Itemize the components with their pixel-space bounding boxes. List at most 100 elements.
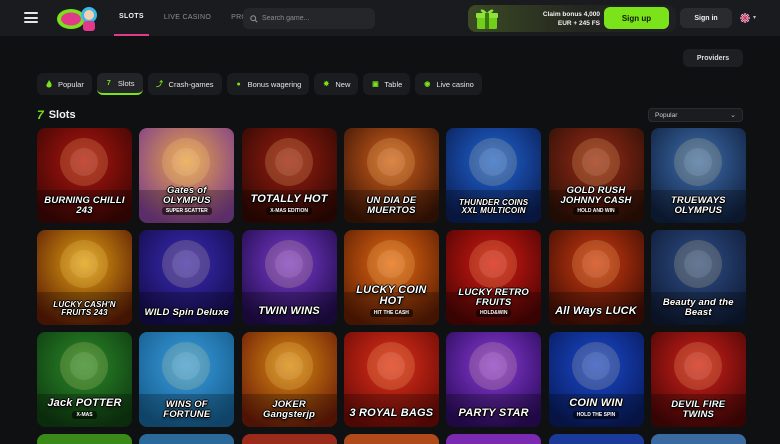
game-tile-partial[interactable] xyxy=(548,434,644,444)
language-chevron-down-icon[interactable]: ▾ xyxy=(753,14,756,21)
game-subtitle: HOLD&WIN xyxy=(475,309,512,317)
game-tile[interactable]: LUCKY CASH'N FRUITS 243 xyxy=(37,230,132,325)
game-title: 3 ROYAL BAGS xyxy=(349,407,434,419)
game-tile[interactable]: DEVIL FIRE TWINS xyxy=(650,332,746,427)
game-label: Beauty and the Beast xyxy=(651,298,746,317)
game-label: WILD Spin Deluxe xyxy=(141,307,233,318)
coin-icon: ● xyxy=(236,80,241,88)
game-subtitle: SUPER SCATTER xyxy=(161,207,212,215)
game-tile[interactable]: TWIN WINS xyxy=(241,230,337,325)
game-title: Beauty and the Beast xyxy=(662,297,734,318)
signup-button[interactable]: Sign up xyxy=(604,7,669,29)
game-label: PARTY STAR xyxy=(455,408,533,419)
game-label: UN DIA DE MUERTOS xyxy=(344,196,439,215)
tab-label: Live casino xyxy=(436,79,474,89)
game-label: DEVIL FIRE TWINS xyxy=(651,400,746,419)
menu-icon[interactable] xyxy=(24,12,38,23)
game-tile[interactable]: TOTALLY HOT X-MAS EDITION xyxy=(241,128,337,223)
search-box[interactable] xyxy=(243,8,375,29)
cards-icon: ▣ xyxy=(372,81,379,88)
game-tile[interactable]: Gates of OLYMPUS SUPER SCATTER xyxy=(139,128,235,223)
tab-new[interactable]: ✸ New xyxy=(314,73,359,95)
category-tabs: Popular 7 Slots ⤴ Crash-games ● Bonus wagering… xyxy=(37,73,482,95)
game-title: Jack POTTER xyxy=(47,397,122,409)
game-tile[interactable]: Jack POTTER X-MAS xyxy=(37,332,132,427)
tab-label: Slots xyxy=(117,78,135,88)
game-title: LUCKY COIN HOT xyxy=(356,284,427,307)
game-tile[interactable]: WILD Spin Deluxe xyxy=(139,230,235,325)
game-subtitle: X-MAS xyxy=(72,411,97,419)
game-subtitle: HIT THE CASH xyxy=(369,309,413,317)
game-tile[interactable]: LUCKY RETRO FRUITS HOLD&WIN xyxy=(446,230,542,325)
game-label: All Ways LUCK xyxy=(551,306,641,317)
star-icon: ✸ xyxy=(323,81,330,88)
nav-item-live-casino[interactable]: LIVE CASINO xyxy=(159,0,216,36)
game-tile[interactable]: UN DIA DE MUERTOS xyxy=(343,128,439,223)
game-title: WINS OF FORTUNE xyxy=(163,399,211,420)
seven-icon: 7 xyxy=(106,79,111,87)
game-label: TRUEWAYS OLYMPUS xyxy=(651,196,746,215)
game-title: PARTY STAR xyxy=(458,407,529,419)
game-tile[interactable]: PARTY STAR xyxy=(446,332,542,427)
game-tile[interactable]: THUNDER COINS XXL MULTICOIN xyxy=(446,128,542,223)
sort-value: Popular xyxy=(655,111,678,119)
game-title: UN DIA DE MUERTOS xyxy=(366,195,417,216)
chevron-down-icon: ⌄ xyxy=(730,112,736,119)
game-label: Jack POTTER X-MAS xyxy=(43,398,125,419)
tab-live-casino[interactable]: ◉ Live casino xyxy=(415,73,482,95)
providers-button[interactable]: Providers xyxy=(683,49,743,67)
game-tile[interactable]: LUCKY COIN HOT HIT THE CASH xyxy=(343,230,439,325)
game-tile-partial[interactable] xyxy=(37,434,132,444)
section-title: 7 Slots xyxy=(37,108,76,122)
game-tile[interactable]: COIN WIN HOLD THE SPIN xyxy=(548,332,644,427)
game-tile[interactable]: 3 ROYAL BAGS xyxy=(343,332,439,427)
game-label: Gates of OLYMPUS SUPER SCATTER xyxy=(139,186,234,215)
game-tile-partial[interactable] xyxy=(446,434,542,444)
tab-label: Crash-games xyxy=(168,79,214,89)
game-label: LUCKY CASH'N FRUITS 243 xyxy=(37,301,132,317)
game-label: LUCKY COIN HOT HIT THE CASH xyxy=(344,285,439,317)
sort-select[interactable]: Popular ⌄ xyxy=(648,108,743,122)
rocket-icon: ⤴ xyxy=(156,81,164,88)
tab-label: Table xyxy=(384,79,403,89)
live-icon: ◉ xyxy=(424,81,431,88)
game-title: TRUEWAYS OLYMPUS xyxy=(670,195,726,216)
game-tile-partial[interactable] xyxy=(139,434,235,444)
game-label: GOLD RUSH JOHNNY CASH HOLD AND WIN xyxy=(549,186,644,215)
uk-flag-icon[interactable] xyxy=(740,13,750,23)
game-tile-partial[interactable] xyxy=(241,434,337,444)
game-tile[interactable]: WINS OF FORTUNE xyxy=(139,332,235,427)
top-bar: SLOTSLIVE CASINOPROMO Claim bonus 4,000 … xyxy=(0,0,780,36)
nav-item-slots[interactable]: SLOTS xyxy=(114,0,149,36)
tab-table[interactable]: ▣ Table xyxy=(363,73,411,95)
game-title: DEVIL FIRE TWINS xyxy=(671,399,726,420)
signin-button[interactable]: Sign in xyxy=(680,8,732,28)
game-tile[interactable]: Beauty and the Beast xyxy=(650,230,746,325)
game-tile-partial[interactable] xyxy=(343,434,439,444)
tab-slots[interactable]: 7 Slots xyxy=(96,73,143,95)
bonus-line-2: EUR + 245 FS xyxy=(557,20,600,27)
tab-label: Bonus wagering xyxy=(247,79,302,89)
game-subtitle: X-MAS EDITION xyxy=(266,207,312,215)
game-title: LUCKY CASH'N FRUITS 243 xyxy=(53,300,116,317)
game-title: TOTALLY HOT xyxy=(250,193,328,205)
game-tile[interactable]: TRUEWAYS OLYMPUS xyxy=(650,128,746,223)
search-input[interactable] xyxy=(262,15,372,22)
game-label: COIN WIN HOLD THE SPIN xyxy=(565,398,627,419)
game-title: Gates of OLYMPUS xyxy=(162,185,211,206)
tab-popular[interactable]: Popular xyxy=(37,73,92,95)
tab-label: New xyxy=(335,79,351,89)
tab-crash-games[interactable]: ⤴ Crash-games xyxy=(147,73,222,95)
game-tile-partial[interactable] xyxy=(650,434,746,444)
seven-icon: 7 xyxy=(37,108,44,122)
game-tile[interactable]: GOLD RUSH JOHNNY CASH HOLD AND WIN xyxy=(548,128,644,223)
game-title: BURNING CHILLI 243 xyxy=(44,195,125,216)
game-title: All Ways LUCK xyxy=(555,305,637,317)
game-tile[interactable]: JOKER Gangsterjp xyxy=(241,332,337,427)
section-title-label: Slots xyxy=(48,109,76,121)
game-tile[interactable]: BURNING CHILLI 243 xyxy=(37,128,132,223)
casino-logo[interactable] xyxy=(55,3,101,33)
game-tile[interactable]: All Ways LUCK xyxy=(548,230,644,325)
tab-bonus-wagering[interactable]: ● Bonus wagering xyxy=(226,73,310,95)
game-label: LUCKY RETRO FRUITS HOLD&WIN xyxy=(446,288,541,317)
